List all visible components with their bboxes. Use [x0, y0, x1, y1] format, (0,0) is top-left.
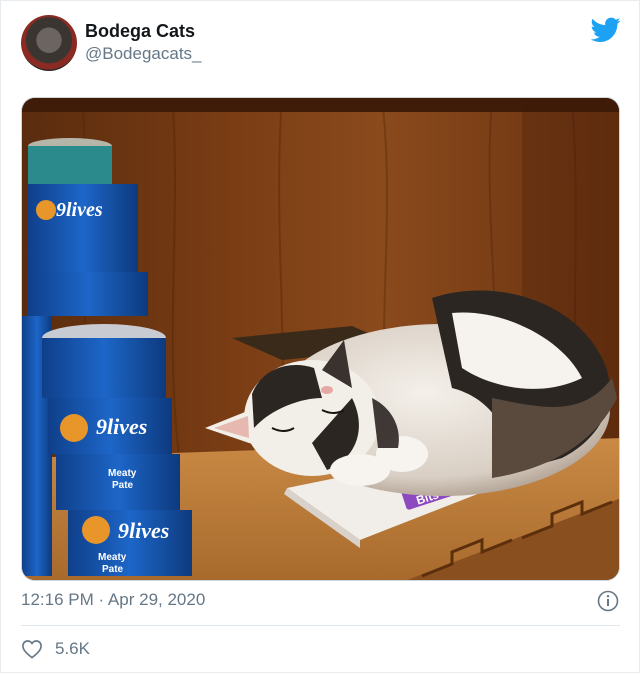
like-count: 5.6K — [55, 639, 90, 658]
avatar[interactable] — [21, 15, 77, 71]
tweet-card: Bodega Cats @Bodegacats_ 9lives 9lives 9… — [0, 0, 640, 673]
can-meaty-label: Meaty — [98, 552, 127, 563]
handle[interactable]: @Bodegacats_ — [85, 44, 202, 64]
display-name[interactable]: Bodega Cats — [85, 21, 195, 42]
like-button[interactable]: 5.6K — [21, 635, 90, 663]
can-brand-label: 9lives — [96, 414, 147, 439]
can-brand-label: 9lives — [118, 518, 169, 543]
can-brand-label: 9lives — [56, 199, 103, 221]
can-pate-label: Pate — [102, 564, 124, 575]
can-pate-label: Pate — [112, 480, 134, 491]
twitter-bird-icon[interactable] — [591, 17, 621, 43]
divider — [21, 625, 620, 626]
info-icon[interactable] — [597, 590, 619, 612]
tweet-timestamp[interactable]: 12:16 PM · Apr 29, 2020 — [21, 590, 205, 610]
heart-icon — [22, 640, 42, 659]
can-meaty-label: Meaty — [108, 468, 137, 479]
tweet-photo[interactable]: 9lives 9lives 9lives Meaty Pate Meaty Pa… — [21, 97, 620, 581]
